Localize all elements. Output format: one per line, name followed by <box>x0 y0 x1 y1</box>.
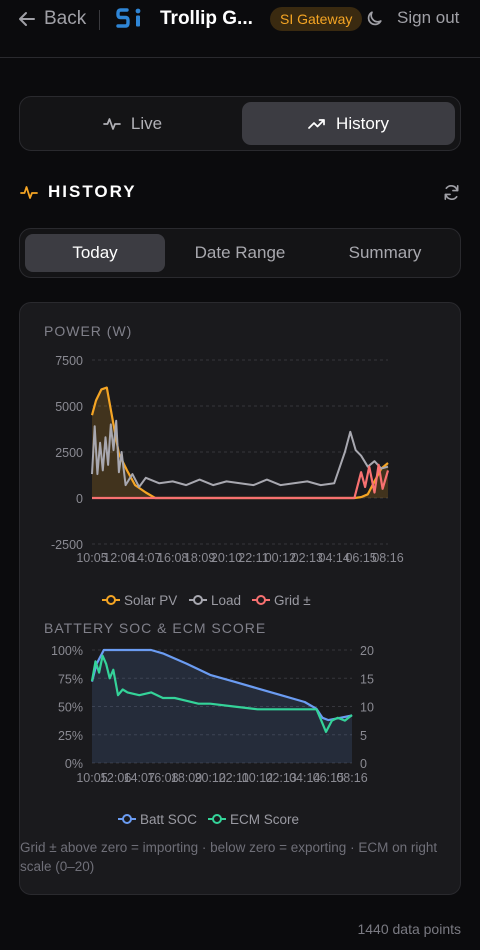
divider <box>99 10 100 30</box>
section-header: HISTORY <box>20 182 137 202</box>
x-tick-label: 08:16 <box>336 771 367 785</box>
legend-marker <box>256 595 266 605</box>
chart-footnote: Grid ± above zero = importing · below ze… <box>20 840 438 874</box>
legend-label: Grid ± <box>274 593 311 608</box>
trending-up-icon <box>308 118 325 129</box>
y-right-tick-label: 15 <box>360 672 374 686</box>
legend-marker <box>122 814 132 824</box>
range-tabs: Today Date Range Summary <box>19 228 461 278</box>
tab-today[interactable]: Today <box>25 234 165 272</box>
legend-label: ECM Score <box>230 812 299 827</box>
y-right-tick-label: 0 <box>360 757 367 771</box>
legend-label: Solar PV <box>124 593 177 608</box>
y-tick-label: 2500 <box>55 446 83 460</box>
legend-marker <box>106 595 116 605</box>
tab-live[interactable]: Live <box>24 102 241 145</box>
legend-marker <box>193 595 203 605</box>
arrow-left-icon <box>19 12 35 26</box>
series-line-load <box>91 419 389 488</box>
sign-out-link[interactable]: Sign out <box>397 8 459 28</box>
x-tick-label: 08:16 <box>372 551 403 565</box>
y-tick-label: 0 <box>76 492 83 506</box>
pulse-icon <box>103 117 121 130</box>
y-left-tick-label: 100% <box>51 644 83 658</box>
legend-label: Load <box>211 593 241 608</box>
data-points-count: 1440 data points <box>357 921 461 937</box>
tab-live-label: Live <box>130 113 163 133</box>
site-badge[interactable]: SI Gateway <box>270 7 363 31</box>
back-label: Back <box>44 8 87 29</box>
pulse-icon <box>20 186 38 199</box>
battery-chart: 100%75%50%25%0%2015105010:0512:0614:0716… <box>51 644 374 827</box>
y-left-tick-label: 0% <box>65 757 83 771</box>
y-left-tick-label: 75% <box>58 672 83 686</box>
section-title: HISTORY <box>48 182 137 201</box>
back-button[interactable]: Back <box>18 8 86 30</box>
refresh-icon[interactable] <box>442 183 461 202</box>
legend-marker <box>212 814 222 824</box>
tab-history[interactable]: History <box>242 102 455 145</box>
power-chart: 7500500025000-250010:0512:0614:0716:0818… <box>51 354 404 608</box>
y-right-tick-label: 5 <box>360 729 367 743</box>
y-left-tick-label: 25% <box>58 729 83 743</box>
tab-date-range[interactable]: Date Range <box>170 234 310 272</box>
y-left-tick-label: 50% <box>58 701 83 715</box>
y-tick-label: -2500 <box>51 538 83 552</box>
top-bar: Back Trollip G... SI Gateway Sign out <box>0 0 480 58</box>
y-right-tick-label: 20 <box>360 644 374 658</box>
mode-tabs: Live History <box>19 96 461 151</box>
y-tick-label: 5000 <box>55 400 83 414</box>
y-tick-label: 7500 <box>55 354 83 368</box>
moon-icon[interactable] <box>366 9 384 27</box>
tab-summary[interactable]: Summary <box>315 234 455 272</box>
legend-label: Batt SOC <box>140 812 197 827</box>
tab-history-label: History <box>336 113 389 133</box>
y-right-tick-label: 10 <box>360 701 374 715</box>
battery-chart-title: BATTERY SOC & ECM SCORE <box>44 620 267 636</box>
power-chart-title: POWER (W) <box>44 323 133 339</box>
app-title: Trollip G... <box>160 8 253 29</box>
app-logo <box>116 8 141 28</box>
